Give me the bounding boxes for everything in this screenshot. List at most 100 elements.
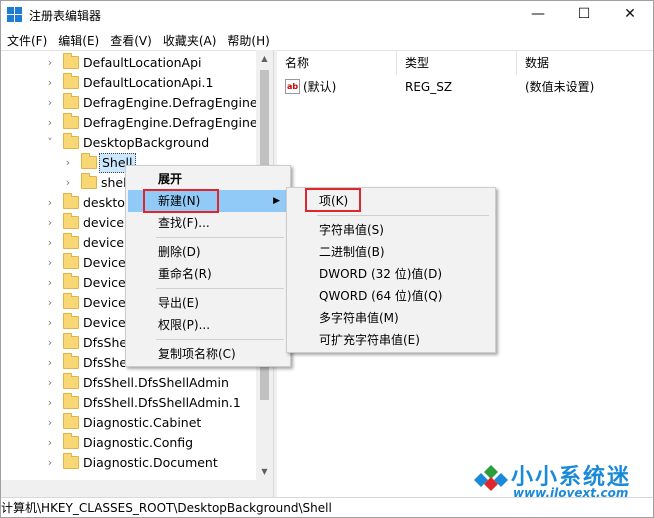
tree-item[interactable]: › DefaultLocationApi.1 [1,73,256,93]
menu-bar: 文件(F) 编辑(E) 查看(V) 收藏夹(A) 帮助(H) [1,30,653,50]
menu-item-find[interactable]: 查找(F)... [128,212,288,234]
folder-icon [63,273,79,289]
expand-chevron-icon[interactable]: › [45,293,55,313]
menu-item-rename[interactable]: 重命名(R) [128,263,288,285]
collapse-chevron-icon[interactable]: ˅ [45,133,55,153]
menu-separator [317,215,489,216]
submenu-item-string-value[interactable]: 字符串值(S) [289,219,493,241]
tree-item[interactable]: › Diagnostic.Config [1,433,256,453]
value-type: REG_SZ [405,80,453,94]
folder-icon [81,153,97,169]
regedit-window: 注册表编辑器 — ☐ ✕ 文件(F) 编辑(E) 查看(V) 收藏夹(A) 帮助… [0,0,654,518]
folder-icon [63,253,79,269]
tree-item-label: DefragEngine.DefragEngine.1 [83,115,270,130]
close-button[interactable]: ✕ [607,1,653,29]
tree-item-label: Diagnostic.Document [83,455,218,470]
menu-help[interactable]: 帮助(H) [221,30,274,50]
expand-chevron-icon[interactable]: › [45,353,55,373]
tree-item[interactable]: › DefragEngine.DefragEngine.1 [1,113,269,133]
menu-edit[interactable]: 编辑(E) [52,30,104,50]
tree-item-label: DefragEngine.DefragEngine [83,95,258,110]
tree-item-label: device [83,215,125,230]
scroll-up-arrow-icon[interactable]: ▲ [256,50,273,67]
value-data: (数值未设置) [525,80,595,94]
submenu-item-expandable-string-value[interactable]: 可扩充字符串值(E) [289,329,493,351]
tree-item[interactable]: › Diagnostic.Document [1,453,256,473]
menu-separator [156,339,284,340]
tree-item-desktopbackground[interactable]: ˅ DesktopBackground [1,133,256,153]
expand-chevron-icon[interactable]: › [45,313,55,333]
tree-item-label: Diagnostic.Config [83,435,194,450]
expand-chevron-icon[interactable]: › [45,213,55,233]
column-header-type[interactable]: 类型 [397,51,517,75]
expand-chevron-icon[interactable]: › [45,113,55,133]
watermark: 小小系统迷 www.ilovext.com [471,459,651,500]
menu-file[interactable]: 文件(F) [1,30,52,50]
folder-icon [63,373,79,389]
menu-favorites[interactable]: 收藏夹(A) [157,30,222,50]
expand-chevron-icon[interactable]: › [45,333,55,353]
folder-icon [63,453,79,469]
tree-horizontal-scrollbar[interactable] [1,480,273,497]
string-value-icon: ab [285,79,300,94]
expand-chevron-icon[interactable]: › [63,153,73,173]
folder-icon [63,93,79,109]
status-path: 计算机\HKEY_CLASSES_ROOT\DesktopBackground\… [1,501,332,515]
tree-item-label: device. [83,235,129,250]
folder-icon [63,413,79,429]
folder-icon [63,73,79,89]
expand-chevron-icon[interactable]: › [45,233,55,253]
submenu-item-dword-value[interactable]: DWORD (32 位)值(D) [289,263,493,285]
annotation-highlight-box [305,188,361,212]
minimize-button[interactable]: — [515,1,561,29]
menu-item-expand[interactable]: 展开 [128,168,288,190]
menu-view[interactable]: 查看(V) [104,30,157,50]
submenu-item-multi-string-value[interactable]: 多字符串值(M) [289,307,493,329]
submenu-item-binary-value[interactable]: 二进制值(B) [289,241,493,263]
expand-chevron-icon[interactable]: › [45,273,55,293]
expand-chevron-icon[interactable]: › [45,253,55,273]
menu-item-permissions[interactable]: 权限(P)... [128,314,288,336]
expand-chevron-icon[interactable]: › [45,413,55,433]
menu-item-export[interactable]: 导出(E) [128,292,288,314]
folder-icon [81,173,97,189]
folder-icon [63,433,79,449]
folder-icon [63,233,79,249]
menu-item-copy-key-name[interactable]: 复制项名称(C) [128,343,288,365]
watermark-logo-icon [474,465,508,491]
tree-item-label: DesktopBackground [83,135,210,150]
menu-item-delete[interactable]: 删除(D) [128,241,288,263]
tree-item-label: DfsShell.DfsShellAdmin.1 [83,395,241,410]
folder-icon [63,333,79,349]
column-header-data[interactable]: 数据 [517,51,653,75]
expand-chevron-icon[interactable]: › [45,73,55,93]
folder-icon [63,133,79,149]
tree-item[interactable]: › DefaultLocationApi [1,53,256,73]
tree-item-label: DfsShe [83,355,128,370]
folder-icon [63,113,79,129]
scroll-down-arrow-icon[interactable]: ▼ [256,463,273,480]
tree-item-label: deskto [83,195,125,210]
expand-chevron-icon[interactable]: › [45,193,55,213]
tree-item[interactable]: › Diagnostic.Cabinet [1,413,256,433]
menu-separator [156,288,284,289]
expand-chevron-icon[interactable]: › [45,433,55,453]
expand-chevron-icon[interactable]: › [63,173,73,193]
expand-chevron-icon[interactable]: › [45,373,55,393]
expand-chevron-icon[interactable]: › [45,53,55,73]
value-name: (默认) [303,80,337,94]
folder-icon [63,53,79,69]
folder-icon [63,193,79,209]
expand-chevron-icon[interactable]: › [45,453,55,473]
expand-chevron-icon[interactable]: › [45,93,55,113]
maximize-button[interactable]: ☐ [561,1,607,29]
folder-icon [63,293,79,309]
tree-item-label: Diagnostic.Cabinet [83,415,202,430]
tree-item-label: DefaultLocationApi.1 [83,75,214,90]
submenu-item-qword-value[interactable]: QWORD (64 位)值(Q) [289,285,493,307]
expand-chevron-icon[interactable]: › [45,393,55,413]
column-header-name[interactable]: 名称 [277,51,397,75]
tree-item[interactable]: › DfsShell.DfsShellAdmin.1 [1,393,256,413]
tree-item[interactable]: › DefragEngine.DefragEngine [1,93,258,113]
tree-item[interactable]: › DfsShell.DfsShellAdmin [1,373,256,393]
